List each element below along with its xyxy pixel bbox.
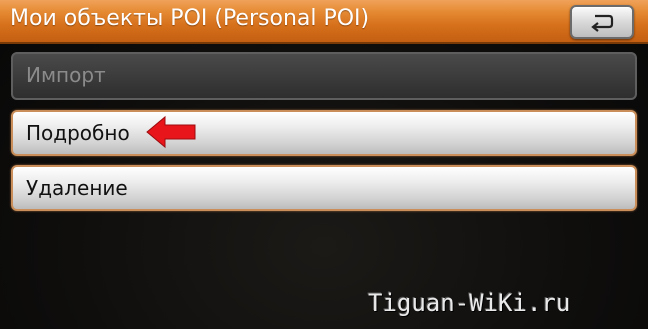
delete-label: Удаление [26, 176, 128, 200]
title-bar: Мои объекты POI (Personal POI) [0, 0, 648, 44]
import-label: Импорт [26, 63, 106, 87]
watermark: Tiguan-WiKi.ru [368, 289, 571, 317]
details-label: Подробно [26, 121, 130, 145]
delete-button[interactable]: Удаление [11, 165, 637, 211]
import-button: Импорт [11, 52, 637, 100]
navigation-screen: Мои объекты POI (Personal POI) Импорт По… [0, 0, 648, 329]
red-arrow-left-icon [146, 115, 196, 149]
details-button[interactable]: Подробно [11, 110, 637, 156]
back-button[interactable] [570, 5, 634, 39]
page-title: Мои объекты POI (Personal POI) [10, 6, 370, 31]
return-arrow-icon [591, 14, 614, 32]
